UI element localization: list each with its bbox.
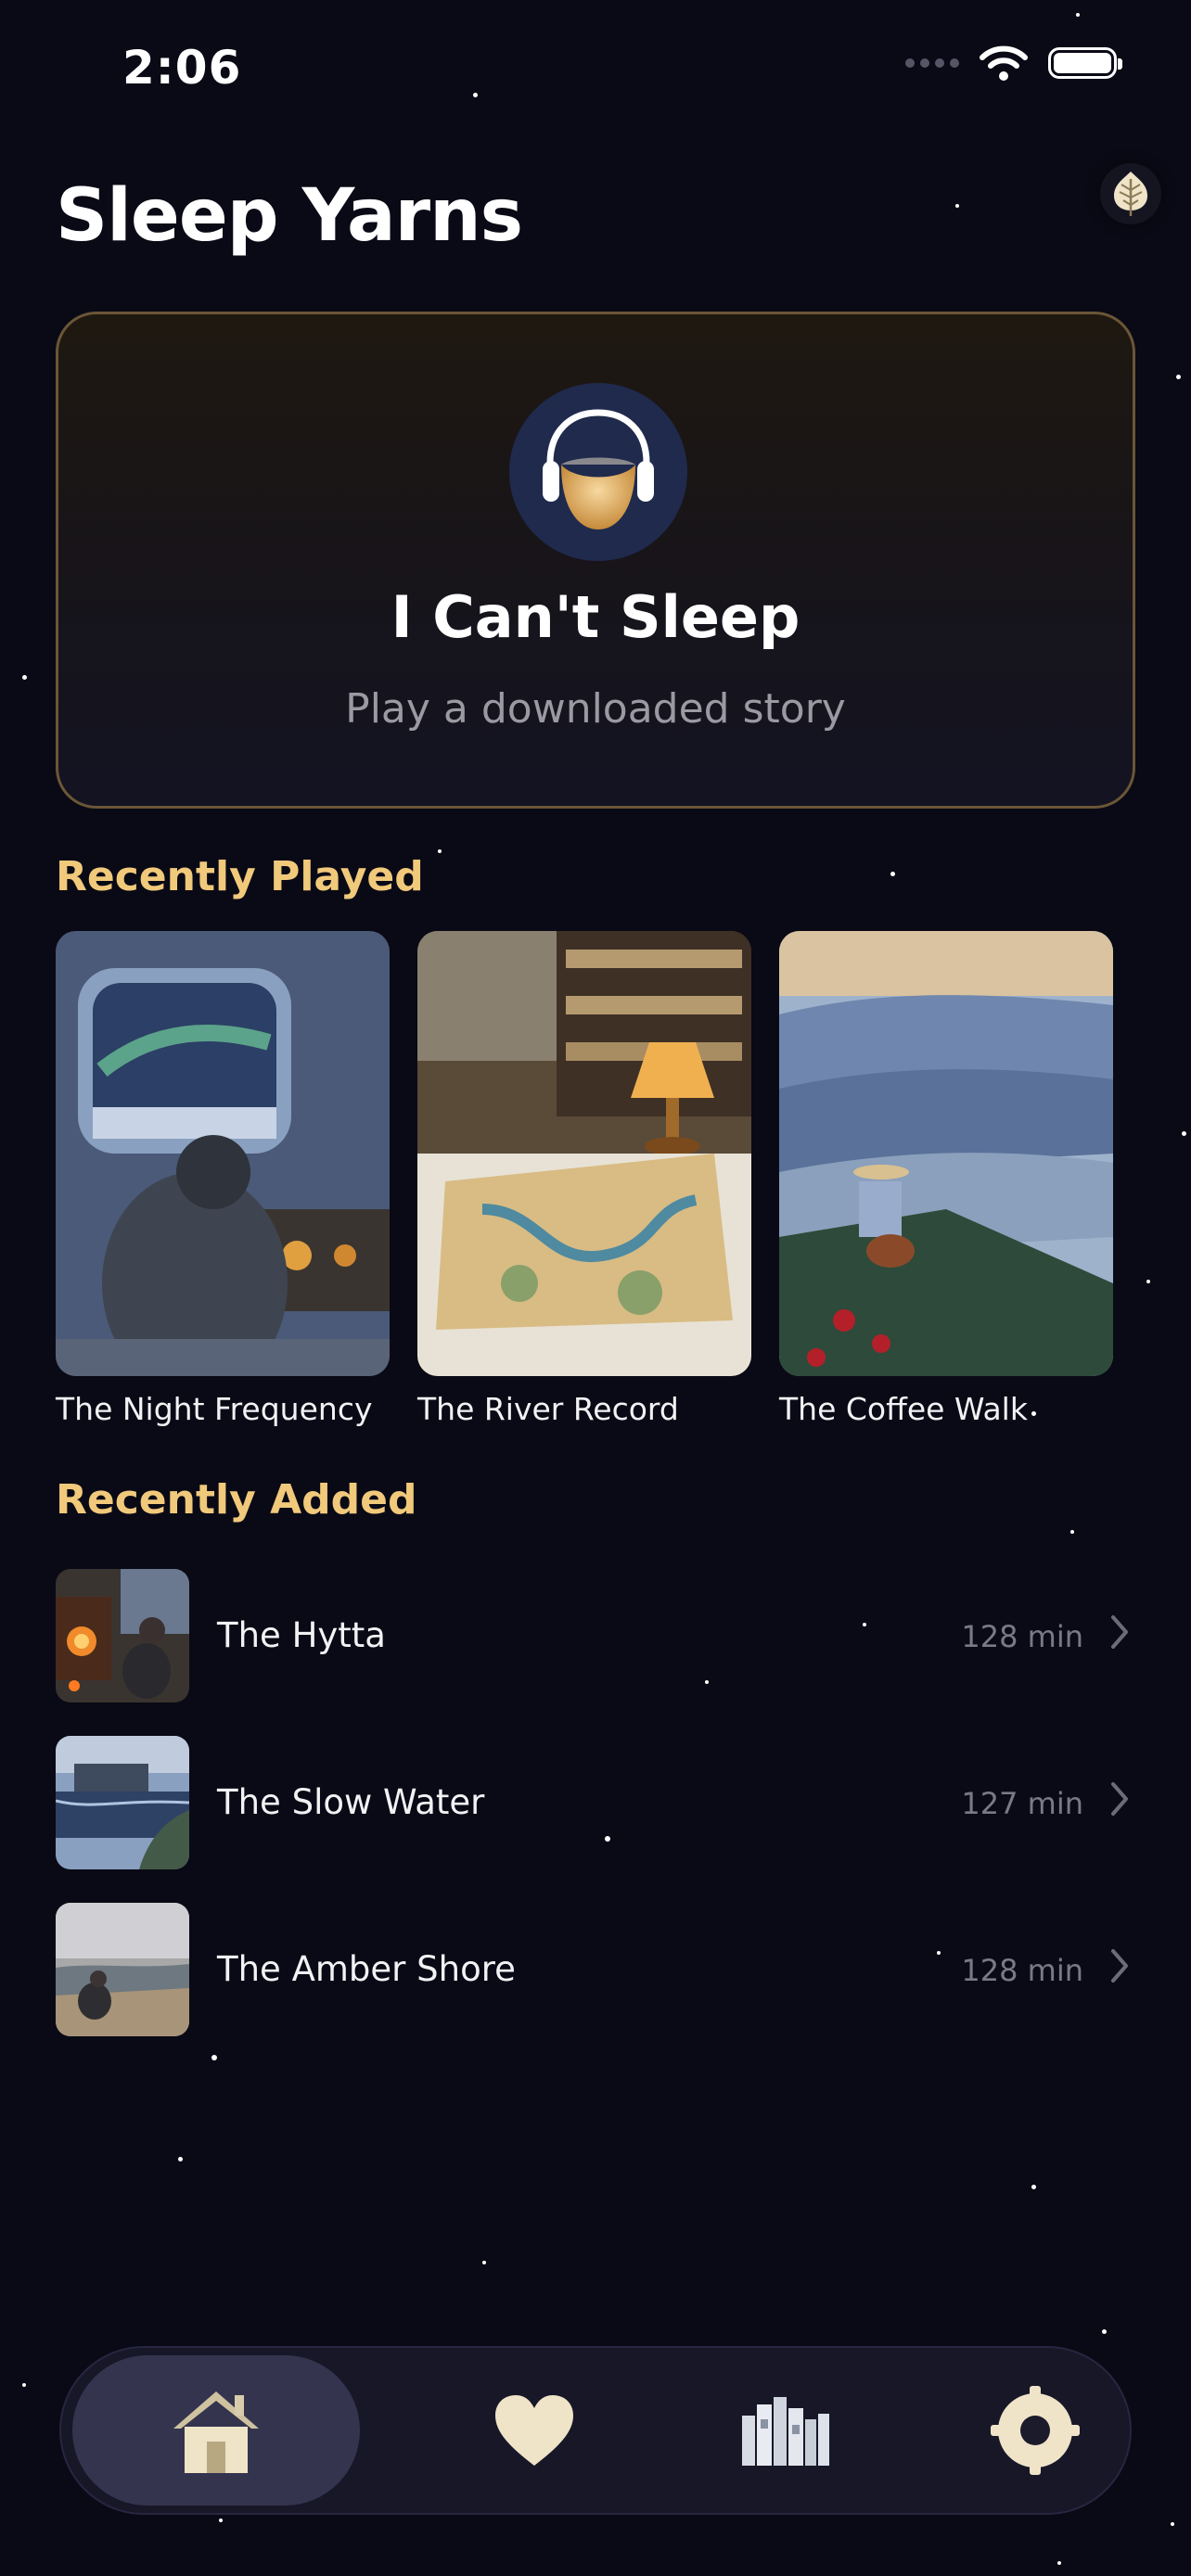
recently-played-heading: Recently Played — [56, 853, 424, 900]
hero-subtitle: Play a downloaded story — [345, 685, 846, 733]
item-title: The Coffee Walk — [779, 1391, 1028, 1427]
story-thumbnail — [56, 1736, 189, 1869]
heart-icon — [495, 2395, 573, 2466]
list-item[interactable]: The Hytta 128 min — [56, 1569, 1135, 1702]
battery-icon — [1048, 47, 1122, 79]
cover-image — [56, 931, 390, 1376]
recently-played-item[interactable]: The River Record — [417, 931, 751, 1427]
item-title: The Hytta — [217, 1615, 386, 1655]
tab-home[interactable] — [72, 2355, 360, 2506]
cover-image — [779, 931, 1113, 1376]
cant-sleep-card[interactable]: I Can't Sleep Play a downloaded story — [56, 312, 1135, 809]
books-icon — [742, 2397, 829, 2466]
item-duration: 127 min — [961, 1786, 1083, 1821]
leaf-icon — [1114, 172, 1147, 216]
cover-image — [417, 931, 751, 1376]
recently-played-item[interactable]: The Night Frequency — [56, 931, 390, 1427]
item-duration: 128 min — [961, 1619, 1083, 1654]
tab-settings[interactable] — [877, 2355, 1191, 2506]
moon-headphones-icon — [509, 383, 687, 561]
item-title: The Night Frequency — [56, 1391, 373, 1427]
recently-played-item[interactable]: The Coffee Walk — [779, 931, 1113, 1427]
chevron-right-icon — [1111, 1782, 1128, 1816]
cellular-icon — [905, 58, 959, 68]
recently-added-heading: Recently Added — [56, 1476, 417, 1524]
item-duration: 128 min — [961, 1953, 1083, 1988]
item-title: The Slow Water — [217, 1782, 485, 1822]
page-title: Sleep Yarns — [56, 174, 523, 258]
tab-bar — [59, 2346, 1132, 2515]
chevron-right-icon — [1111, 1615, 1128, 1649]
item-title: The River Record — [417, 1391, 679, 1427]
hero-title: I Can't Sleep — [391, 583, 800, 651]
story-thumbnail — [56, 1903, 189, 2036]
wifi-icon — [980, 45, 1028, 81]
home-icon — [173, 2391, 259, 2473]
story-thumbnail — [56, 1569, 189, 1702]
status-time: 2:06 — [122, 41, 242, 95]
leaf-button[interactable] — [1100, 163, 1161, 224]
chevron-right-icon — [1111, 1949, 1128, 1983]
list-item[interactable]: The Amber Shore 128 min — [56, 1903, 1135, 2036]
gear-icon — [991, 2386, 1080, 2475]
status-icons — [905, 45, 1122, 82]
item-title: The Amber Shore — [217, 1949, 516, 1989]
list-item[interactable]: The Slow Water 127 min — [56, 1736, 1135, 1869]
